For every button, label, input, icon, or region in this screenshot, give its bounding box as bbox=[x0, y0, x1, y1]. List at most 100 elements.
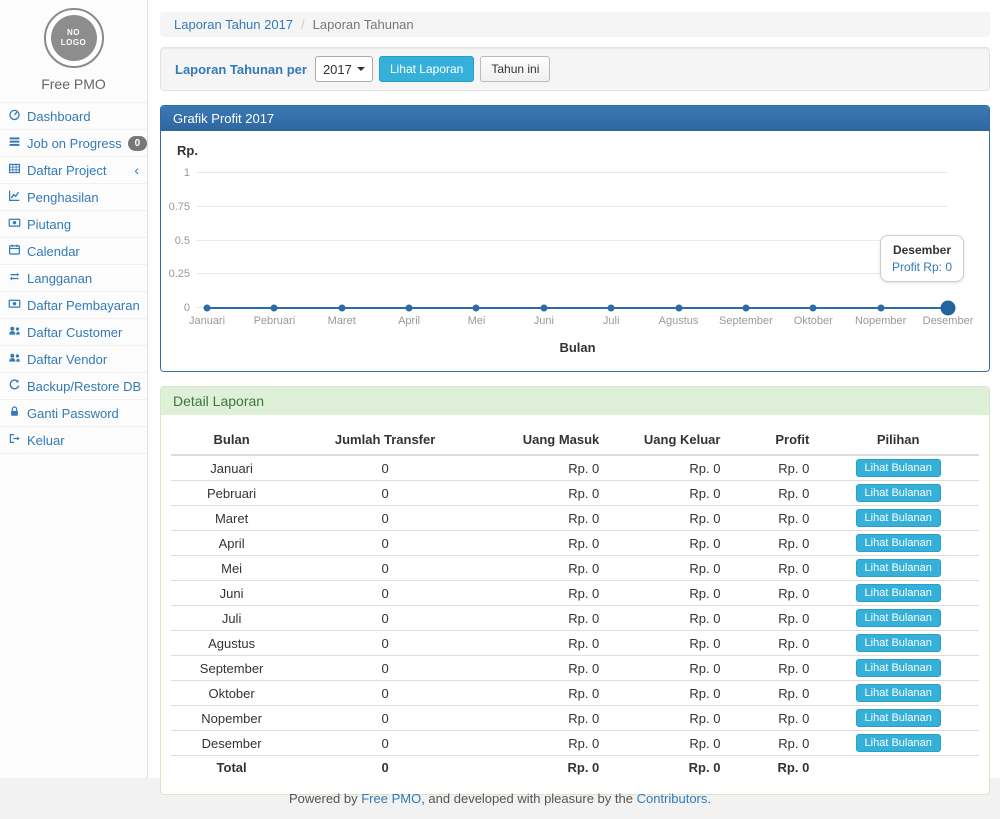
table-cell-action: Lihat Bulanan bbox=[817, 531, 979, 556]
sidebar-item-piutang[interactable]: Piutang bbox=[0, 211, 147, 238]
sidebar-item-penghasilan[interactable]: Penghasilan bbox=[0, 184, 147, 211]
table-cell: Rp. 0 bbox=[478, 731, 607, 756]
chart-data-point bbox=[338, 305, 345, 312]
chart-data-point bbox=[204, 305, 211, 312]
lihat-bulanan-button[interactable]: Lihat Bulanan bbox=[856, 609, 941, 627]
table-cell: Rp. 0 bbox=[478, 656, 607, 681]
sidebar: NO LOGO Free PMO Dashboard Job on Progre… bbox=[0, 0, 148, 778]
lock-icon bbox=[8, 405, 21, 421]
lihat-bulanan-button[interactable]: Lihat Bulanan bbox=[856, 509, 941, 527]
lihat-bulanan-button[interactable]: Lihat Bulanan bbox=[856, 459, 941, 477]
users-icon bbox=[8, 324, 21, 340]
sidebar-item-daftar-project[interactable]: Daftar Project ‹ bbox=[0, 157, 147, 184]
sidebar-item-label: Keluar bbox=[27, 433, 65, 448]
sidebar-item-dashboard[interactable]: Dashboard bbox=[0, 103, 147, 130]
sidebar-item-daftar-pembayaran[interactable]: Daftar Pembayaran bbox=[0, 292, 147, 319]
table-row: Januari0Rp. 0Rp. 0Rp. 0Lihat Bulanan bbox=[171, 455, 979, 481]
breadcrumb-link-laporan-tahun[interactable]: Laporan Tahun 2017 bbox=[174, 17, 293, 32]
footer-text-prefix: Powered by bbox=[289, 791, 361, 806]
logo-line2: LOGO bbox=[61, 38, 87, 48]
lihat-bulanan-button[interactable]: Lihat Bulanan bbox=[856, 559, 941, 577]
chart-gridline bbox=[196, 240, 948, 241]
lihat-bulanan-button[interactable]: Lihat Bulanan bbox=[856, 634, 941, 652]
chart-tooltip-value: Profit Rp: 0 bbox=[892, 260, 952, 274]
table-cell: Rp. 0 bbox=[728, 506, 817, 531]
year-select[interactable]: 2017 bbox=[315, 56, 373, 82]
chart-y-tick-label: 0 bbox=[184, 302, 190, 314]
chart-data-point bbox=[473, 305, 480, 312]
column-header-jumlah-transfer: Jumlah Transfer bbox=[292, 425, 478, 455]
lihat-laporan-button[interactable]: Lihat Laporan bbox=[379, 56, 474, 82]
calendar-icon bbox=[8, 243, 21, 259]
lihat-bulanan-button[interactable]: Lihat Bulanan bbox=[856, 734, 941, 752]
year-filter-form: Laporan Tahunan per 2017 Lihat Laporan T… bbox=[160, 47, 990, 91]
detail-table-wrap: Bulan Jumlah Transfer Uang Masuk Uang Ke… bbox=[161, 415, 989, 794]
tahun-ini-button[interactable]: Tahun ini bbox=[480, 56, 550, 82]
table-cell: Rp. 0 bbox=[607, 656, 728, 681]
sidebar-item-job-on-progress[interactable]: Job on Progress 0 bbox=[0, 130, 147, 157]
breadcrumb-separator: / bbox=[301, 17, 305, 32]
report-table: Bulan Jumlah Transfer Uang Masuk Uang Ke… bbox=[171, 425, 979, 780]
sidebar-item-label: Daftar Customer bbox=[27, 325, 122, 340]
table-cell: Rp. 0 bbox=[478, 606, 607, 631]
footer-link-free-pmo[interactable]: Free PMO bbox=[361, 791, 421, 806]
chart-gridline bbox=[196, 273, 948, 274]
footer-link-contributors[interactable]: Contributors bbox=[637, 791, 708, 806]
chart-month-label: Januari bbox=[189, 315, 225, 327]
table-cell: Agustus bbox=[171, 631, 292, 656]
profit-chart-grid: Desember Profit Rp: 0 00.250.50.751 bbox=[207, 172, 948, 308]
table-cell-action: Lihat Bulanan bbox=[817, 481, 979, 506]
table-cell: Rp. 0 bbox=[607, 531, 728, 556]
sidebar-item-langganan[interactable]: Langganan bbox=[0, 265, 147, 292]
table-cell-action: Lihat Bulanan bbox=[817, 606, 979, 631]
table-cell: Rp. 0 bbox=[478, 531, 607, 556]
lihat-bulanan-button[interactable]: Lihat Bulanan bbox=[856, 534, 941, 552]
lihat-bulanan-button[interactable]: Lihat Bulanan bbox=[856, 484, 941, 502]
table-cell-action: Lihat Bulanan bbox=[817, 556, 979, 581]
table-icon bbox=[8, 162, 21, 178]
refresh-icon bbox=[8, 378, 21, 394]
table-cell: Rp. 0 bbox=[728, 606, 817, 631]
sidebar-item-keluar[interactable]: Keluar bbox=[0, 427, 147, 454]
table-cell-action: Lihat Bulanan bbox=[817, 506, 979, 531]
footer-text-suffix: . bbox=[707, 791, 711, 806]
chart-data-point bbox=[675, 305, 682, 312]
table-cell: Rp. 0 bbox=[728, 756, 817, 780]
table-cell: 0 bbox=[292, 706, 478, 731]
table-cell: 0 bbox=[292, 531, 478, 556]
retweet-icon bbox=[8, 270, 21, 286]
breadcrumb-current: Laporan Tahunan bbox=[313, 17, 414, 32]
chart-ylabel: Rp. bbox=[177, 143, 963, 158]
lihat-bulanan-button[interactable]: Lihat Bulanan bbox=[856, 659, 941, 677]
sidebar-item-calendar[interactable]: Calendar bbox=[0, 238, 147, 265]
table-cell: Total bbox=[171, 756, 292, 780]
breadcrumb: Laporan Tahun 2017 / Laporan Tahunan bbox=[160, 12, 990, 37]
table-cell: Rp. 0 bbox=[607, 606, 728, 631]
chart-data-point bbox=[271, 305, 278, 312]
money-icon bbox=[8, 216, 21, 232]
sidebar-item-backup-restore-db[interactable]: Backup/Restore DB bbox=[0, 373, 147, 400]
no-logo-badge: NO LOGO bbox=[44, 8, 104, 68]
sidebar-item-ganti-password[interactable]: Ganti Password bbox=[0, 400, 147, 427]
table-cell-action: Lihat Bulanan bbox=[817, 631, 979, 656]
table-cell: 0 bbox=[292, 556, 478, 581]
chart-month-label: Desember bbox=[923, 315, 974, 327]
table-row: April0Rp. 0Rp. 0Rp. 0Lihat Bulanan bbox=[171, 531, 979, 556]
logo-line1: NO bbox=[67, 28, 80, 38]
lihat-bulanan-button[interactable]: Lihat Bulanan bbox=[856, 709, 941, 727]
sidebar-item-label: Job on Progress bbox=[27, 136, 122, 151]
table-cell: Rp. 0 bbox=[607, 581, 728, 606]
sidebar-item-daftar-customer[interactable]: Daftar Customer bbox=[0, 319, 147, 346]
table-row: Agustus0Rp. 0Rp. 0Rp. 0Lihat Bulanan bbox=[171, 631, 979, 656]
chart-data-point bbox=[608, 305, 615, 312]
sidebar-item-daftar-vendor[interactable]: Daftar Vendor bbox=[0, 346, 147, 373]
chart-point-desember-active bbox=[941, 301, 956, 316]
table-cell: Rp. 0 bbox=[728, 706, 817, 731]
chart-data-point bbox=[877, 305, 884, 312]
chart-y-tick-label: 0.5 bbox=[175, 235, 190, 247]
table-cell: Desember bbox=[171, 731, 292, 756]
lihat-bulanan-button[interactable]: Lihat Bulanan bbox=[856, 684, 941, 702]
chart-month-label: Juli bbox=[603, 315, 620, 327]
lihat-bulanan-button[interactable]: Lihat Bulanan bbox=[856, 584, 941, 602]
table-cell-action: Lihat Bulanan bbox=[817, 731, 979, 756]
